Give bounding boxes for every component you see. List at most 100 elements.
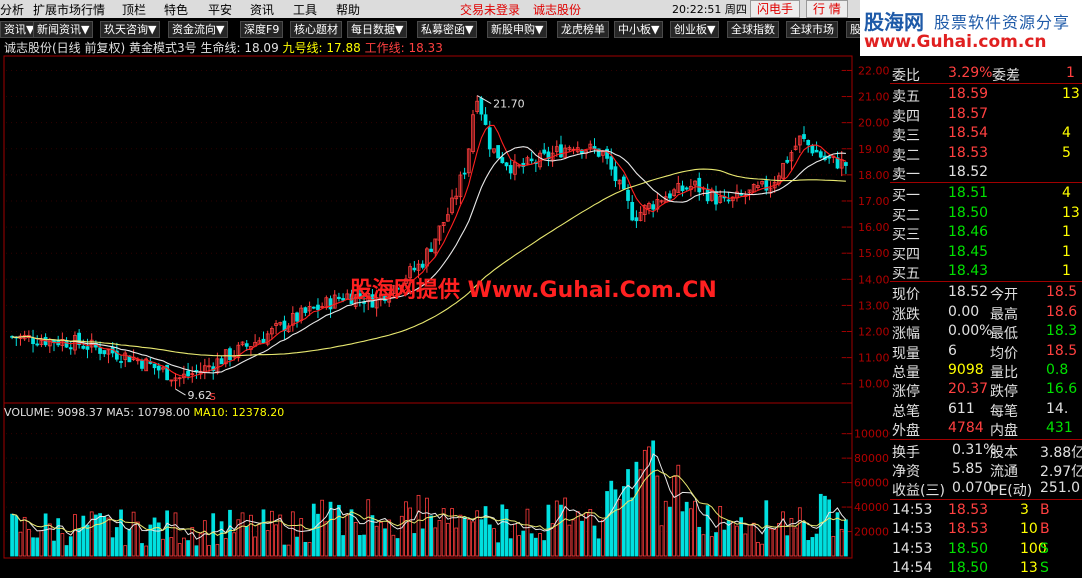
tick-price: 18.53 bbox=[948, 501, 989, 518]
sell-row-4[interactable]: 卖一 18.52 bbox=[890, 163, 1082, 183]
stat-value: 18.52 bbox=[948, 284, 989, 301]
candle-body bbox=[186, 370, 190, 377]
candle-body bbox=[487, 127, 492, 150]
volume-bar bbox=[165, 510, 169, 557]
stat-row-3[interactable]: 现量 6 均价 18.5 bbox=[890, 342, 1082, 362]
finance-row-1[interactable]: 净资 5.85 流通 2.97亿 bbox=[890, 460, 1082, 480]
volume-bar bbox=[131, 511, 136, 557]
buy-price: 18.50 bbox=[948, 204, 989, 221]
finance-label: 换手 bbox=[892, 444, 920, 461]
volume-bar bbox=[701, 534, 706, 557]
stat-row-1[interactable]: 涨跌 0.00 最高 18.6 bbox=[890, 303, 1082, 323]
stat-label: 现量 bbox=[892, 345, 920, 362]
volume-bar bbox=[412, 533, 417, 557]
candle-body bbox=[303, 307, 308, 313]
candle-body bbox=[68, 347, 73, 350]
panel-separator bbox=[890, 281, 1082, 283]
candle-body bbox=[651, 204, 656, 210]
candle-body bbox=[496, 145, 501, 159]
finance-value: 5.85 bbox=[952, 461, 984, 477]
stat-row-6[interactable]: 总笔 611 每笔 14. bbox=[890, 400, 1082, 420]
ma-nine-line bbox=[12, 168, 846, 357]
sell-row-3[interactable]: 卖二 18.53 5 bbox=[890, 144, 1082, 164]
vol-label: VOLUME: bbox=[4, 406, 54, 419]
volume-bar bbox=[228, 509, 232, 557]
tick-time: 14:53 bbox=[892, 501, 933, 518]
tick-row-2[interactable]: 14:53 18.50 100 S bbox=[890, 540, 1082, 559]
volume-bar bbox=[567, 524, 572, 557]
buy-row-0[interactable]: 买一 18.51 4 bbox=[890, 184, 1082, 204]
volume-bar bbox=[253, 536, 257, 557]
ma10-label: MA10: bbox=[193, 406, 229, 419]
candle-body bbox=[219, 358, 224, 365]
finance-row-0[interactable]: 换手 0.31% 股本 3.88亿 bbox=[890, 441, 1082, 461]
price-tick-label: 22.00 bbox=[858, 64, 890, 77]
stat-row-5[interactable]: 涨停 20.37 跌停 16.6 bbox=[890, 380, 1082, 401]
candle-body bbox=[508, 165, 513, 174]
candle-body bbox=[429, 248, 433, 252]
buy-row-2[interactable]: 买三 18.46 1 bbox=[890, 223, 1082, 243]
volume-bar bbox=[152, 517, 157, 557]
tick-row-0[interactable]: 14:53 18.53 3 B bbox=[890, 501, 1082, 520]
stat-label: 量比 bbox=[990, 365, 1018, 381]
finance-label: 收益(三) bbox=[892, 483, 945, 500]
volume-bar bbox=[492, 528, 496, 557]
stat-row-2[interactable]: 涨幅 0.00% 最低 18.3 bbox=[890, 322, 1082, 343]
volume-bar bbox=[513, 523, 517, 557]
candle-body bbox=[31, 338, 35, 345]
volume-bar bbox=[39, 530, 44, 557]
volume-bar bbox=[693, 500, 697, 557]
volume-bar bbox=[114, 527, 119, 557]
tick-time: 14:54 bbox=[892, 560, 933, 576]
sell-label: 卖三 bbox=[892, 128, 920, 145]
volume-bar bbox=[747, 524, 752, 557]
price-tick-label: 16.00 bbox=[858, 221, 890, 234]
stat-row-0[interactable]: 现价 18.52 今开 18.5 bbox=[890, 283, 1082, 303]
volume-bar bbox=[844, 519, 848, 557]
volume-bar bbox=[186, 540, 190, 557]
volume-bar bbox=[445, 522, 450, 557]
volume-bar bbox=[64, 545, 69, 557]
sell-row-2[interactable]: 卖三 18.54 4 bbox=[890, 124, 1082, 145]
high-marker-line bbox=[476, 95, 492, 104]
sell-row-1[interactable]: 卖四 18.57 bbox=[890, 105, 1082, 125]
candle-body bbox=[295, 312, 299, 322]
watermark: 股海网提供 Www.Guhai.Com.CN bbox=[350, 278, 717, 303]
volume-bar bbox=[140, 543, 144, 557]
stat-value: 16.6 bbox=[1046, 381, 1078, 398]
buy-row-1[interactable]: 买二 18.50 13 bbox=[890, 204, 1082, 224]
sell-price: 18.54 bbox=[948, 125, 989, 142]
volume-bar bbox=[525, 508, 530, 557]
finance-value: 3.88亿 bbox=[1040, 444, 1082, 461]
candle-body bbox=[228, 348, 232, 361]
tick-row-1[interactable]: 14:53 18.53 10 B bbox=[890, 520, 1082, 539]
buy-row-4[interactable]: 买五 18.43 1 bbox=[890, 262, 1082, 282]
candle-body bbox=[479, 97, 484, 115]
buy-row-3[interactable]: 买四 18.45 1 bbox=[890, 243, 1082, 263]
candle-body bbox=[814, 149, 819, 153]
volume-bar bbox=[554, 500, 559, 557]
volume-bar bbox=[705, 505, 710, 557]
stat-label: 最低 bbox=[990, 326, 1018, 343]
volume-bar bbox=[332, 509, 337, 557]
stat-label: 外盘 bbox=[892, 423, 920, 440]
volume-bar bbox=[399, 515, 404, 557]
tick-price: 18.50 bbox=[948, 540, 989, 557]
ratio-row[interactable]: 委比 3.29% 委差 1 bbox=[890, 64, 1082, 84]
ma5-label: MA5: bbox=[106, 406, 135, 419]
volume-bar bbox=[353, 522, 358, 557]
stat-value: 20.37 bbox=[948, 381, 989, 398]
volume-bar bbox=[454, 527, 459, 557]
stat-label: 涨停 bbox=[892, 384, 920, 401]
volume-bar bbox=[756, 541, 760, 557]
tick-time: 14:53 bbox=[892, 521, 933, 538]
candle-body bbox=[337, 296, 341, 300]
panel-separator bbox=[890, 498, 1082, 500]
volume-bar bbox=[98, 513, 102, 557]
volume-bar bbox=[768, 528, 773, 557]
stat-row-4[interactable]: 总量 9098 量比 0.8 bbox=[890, 361, 1082, 381]
finance-row-2[interactable]: 收益(三) 0.070 PE(动) 251.0 bbox=[890, 479, 1082, 500]
sell-row-0[interactable]: 卖五 18.59 13 bbox=[890, 85, 1082, 105]
buy-volume: 1 bbox=[1062, 224, 1071, 241]
stat-row-7[interactable]: 外盘 4784 内盘 431 bbox=[890, 419, 1082, 440]
